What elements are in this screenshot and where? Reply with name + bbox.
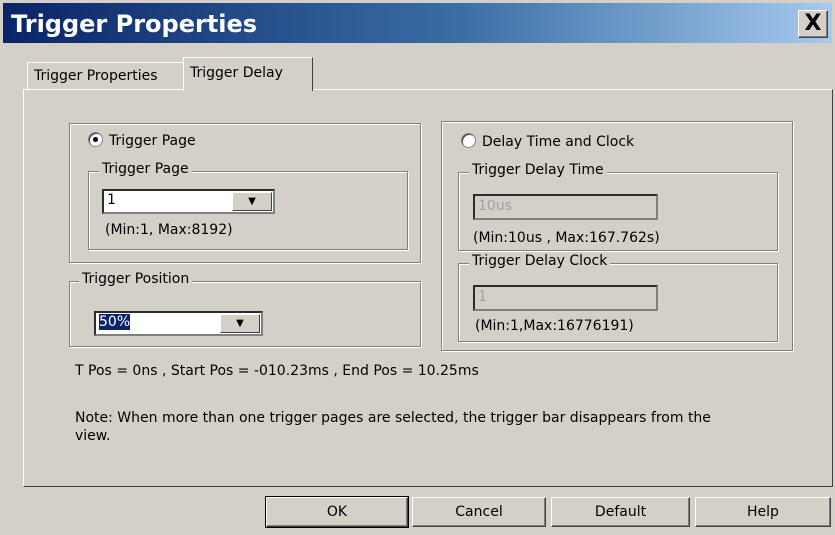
trigger-position-value: 50% [99, 314, 131, 330]
chevron-down-icon[interactable]: ▼ [220, 314, 260, 333]
radio-unselected-icon [461, 133, 476, 148]
position-info: T Pos = 0ns , Start Pos = -010.23ms , En… [75, 363, 479, 379]
radio-selected-icon [88, 132, 103, 147]
tab-trigger-properties[interactable]: Trigger Properties [27, 62, 184, 90]
note-line-2: view. [75, 428, 111, 444]
default-button[interactable]: Default [551, 497, 690, 527]
trigger-delay-time-field[interactable]: 10us [473, 194, 658, 220]
trigger-position-legend: Trigger Position [79, 271, 193, 287]
trigger-page-value: 1 [107, 192, 116, 208]
trigger-page-combo[interactable]: 1 ▼ [102, 189, 275, 214]
trigger-page-radio[interactable]: Trigger Page [85, 132, 199, 149]
ok-button[interactable]: OK [265, 496, 409, 528]
trigger-page-range: (Min:1, Max:8192) [105, 222, 233, 238]
window-title: Trigger Properties [11, 10, 258, 38]
delay-time-clock-radio[interactable]: Delay Time and Clock [458, 133, 638, 150]
close-icon[interactable]: X [798, 10, 828, 38]
chevron-down-icon[interactable]: ▼ [232, 192, 272, 211]
trigger-page-radio-label: Trigger Page [109, 133, 196, 149]
trigger-delay-clock-legend: Trigger Delay Clock [469, 253, 611, 269]
note-line-1: Note: When more than one trigger pages a… [75, 410, 711, 426]
tab-trigger-delay[interactable]: Trigger Delay [183, 57, 313, 91]
trigger-page-inner-legend: Trigger Page [99, 161, 192, 177]
trigger-delay-clock-field[interactable]: 1 [473, 285, 658, 311]
trigger-delay-clock-range: (Min:1,Max:16776191) [475, 318, 634, 334]
trigger-delay-time-range: (Min:10us , Max:167.762s) [473, 230, 660, 246]
trigger-delay-time-legend: Trigger Delay Time [469, 162, 607, 178]
trigger-position-combo[interactable]: 50% ▼ [94, 311, 263, 336]
help-button[interactable]: Help [695, 497, 831, 527]
title-bar[interactable]: Trigger Properties X [3, 3, 832, 43]
delay-time-clock-radio-label: Delay Time and Clock [482, 134, 635, 150]
cancel-button[interactable]: Cancel [412, 497, 546, 527]
